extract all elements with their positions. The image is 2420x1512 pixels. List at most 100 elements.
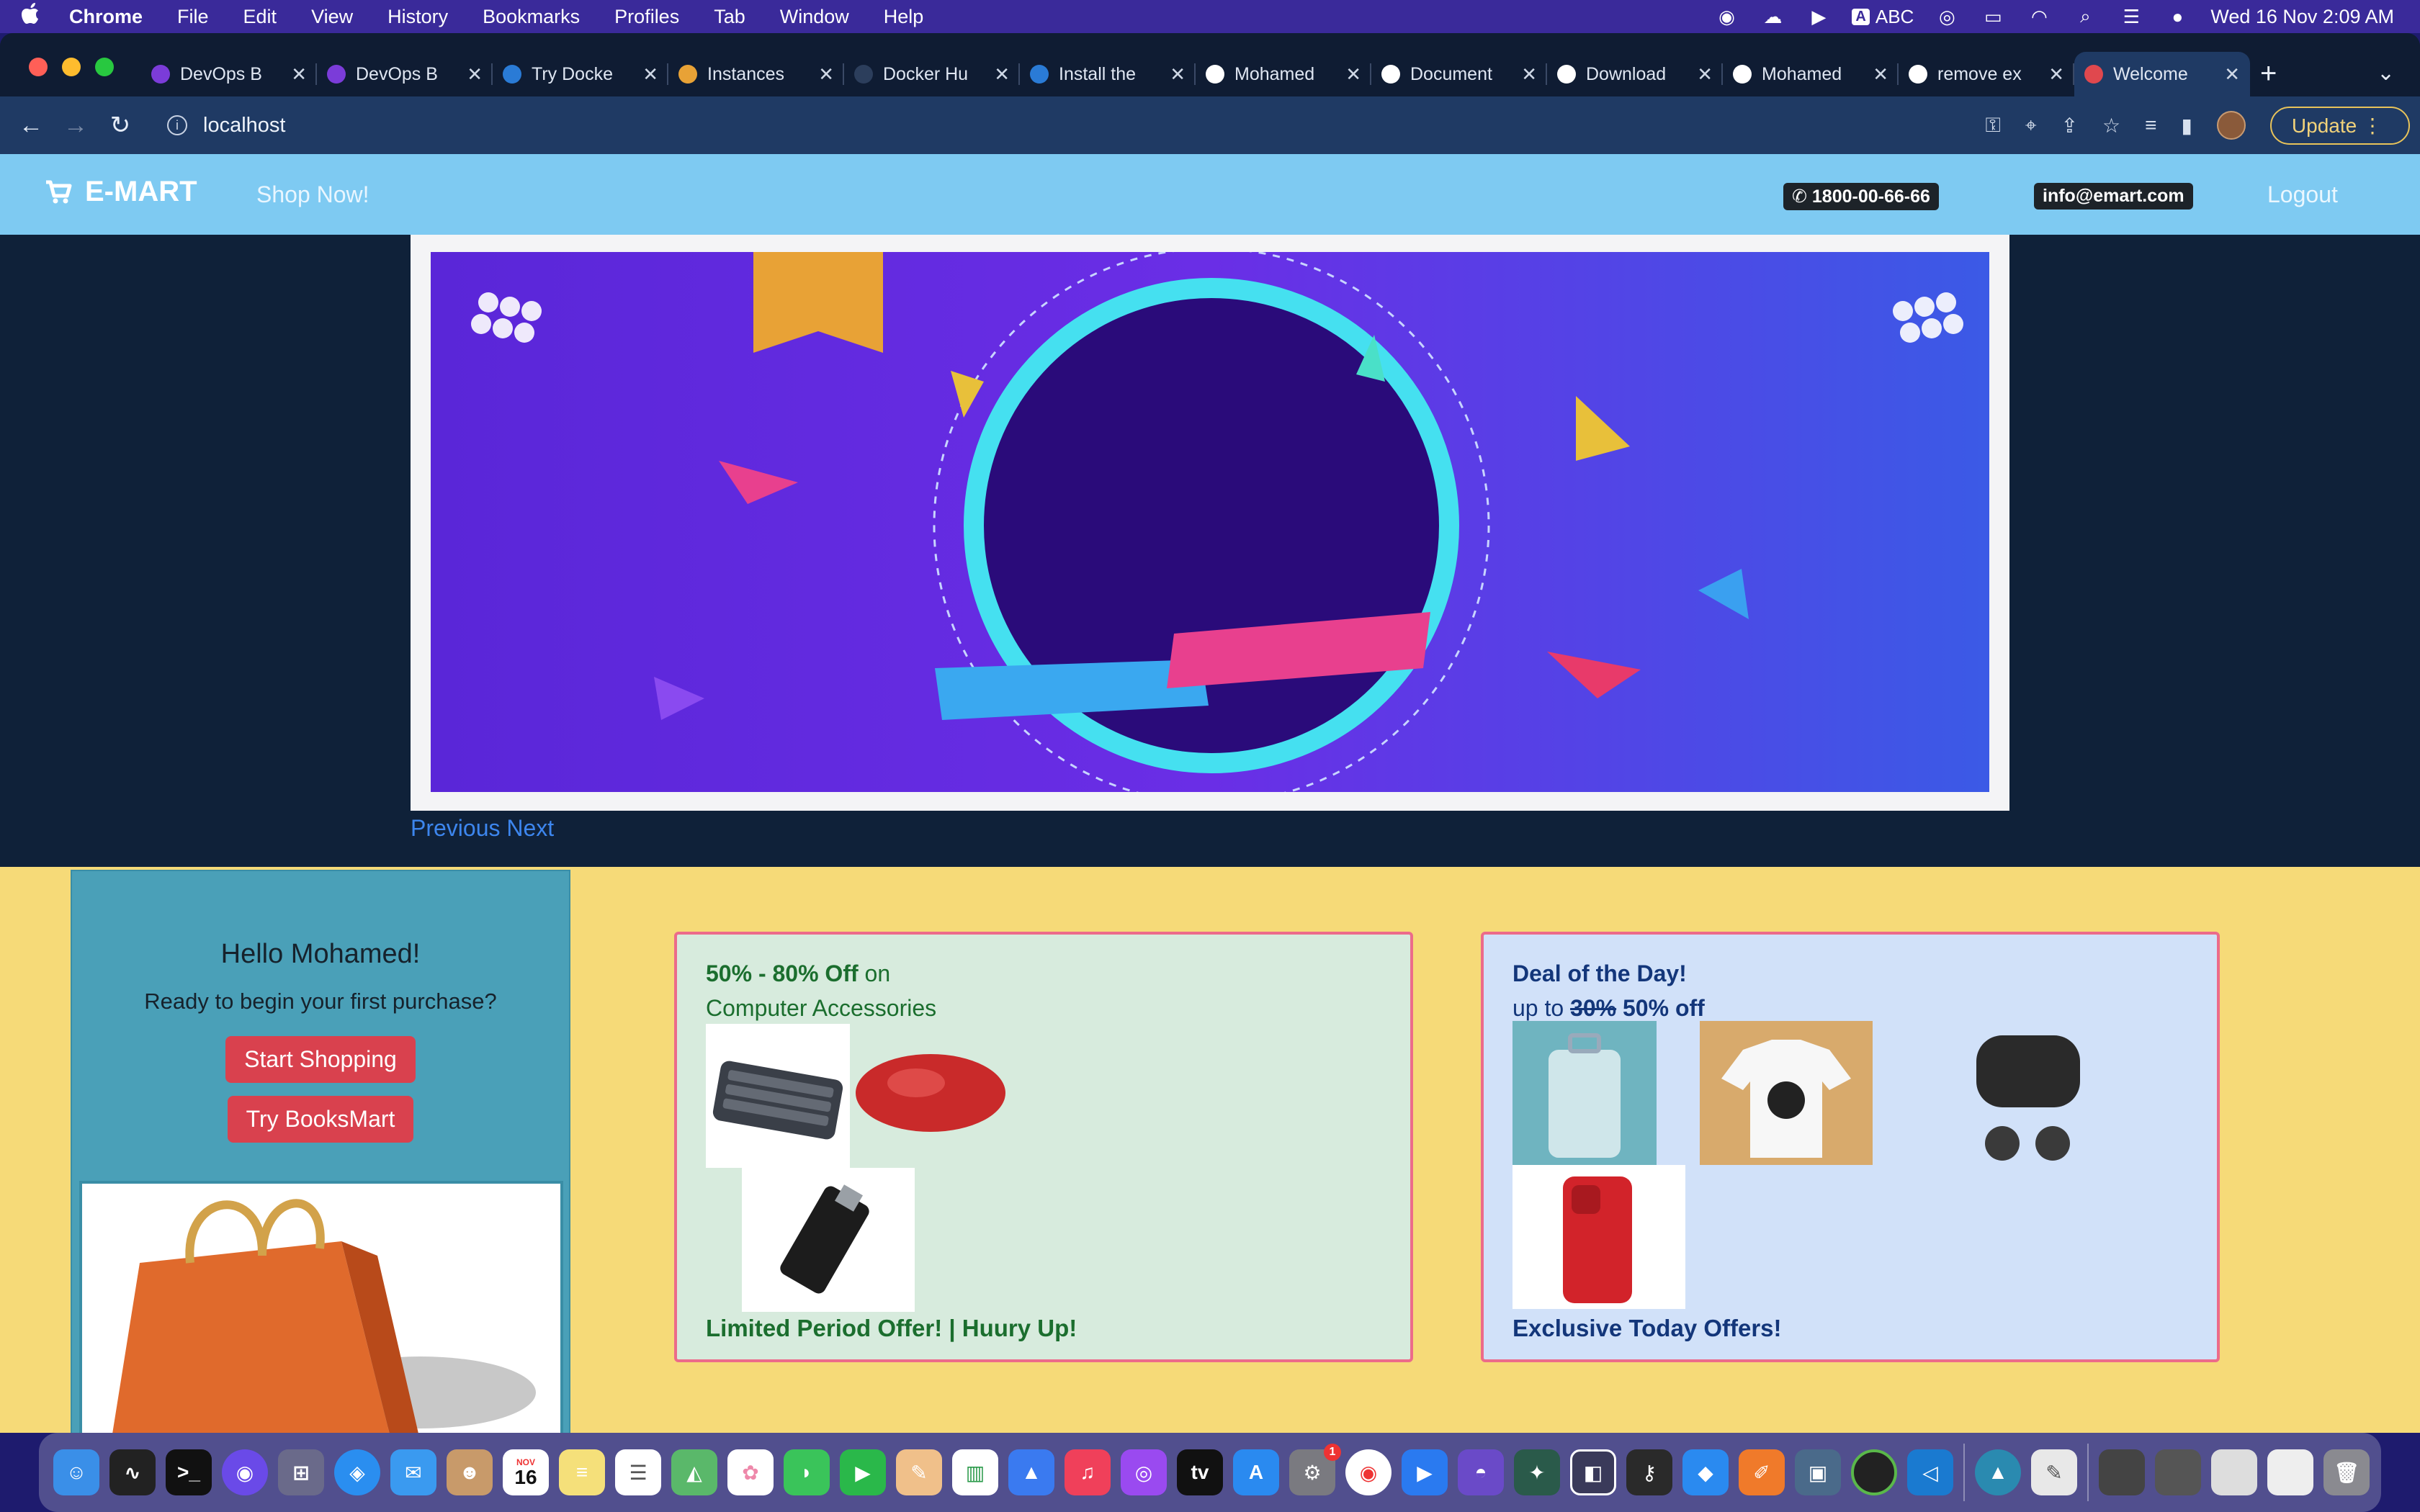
browser-tab[interactable]: Install the ✕: [1020, 52, 1196, 96]
password-key-icon[interactable]: ⚿: [1986, 114, 2001, 138]
bookmark-star-icon[interactable]: ☆: [2102, 114, 2120, 138]
close-tab-icon[interactable]: ✕: [467, 63, 483, 86]
browser-tab[interactable]: Try Docke ✕: [493, 52, 668, 96]
input-source-icon[interactable]: A ABC: [1852, 6, 1914, 27]
apple-tv-icon[interactable]: tv: [1177, 1449, 1223, 1495]
podcasts-icon[interactable]: ◎: [1121, 1449, 1167, 1495]
shop-now-link[interactable]: Shop Now!: [256, 181, 369, 208]
menu-chrome[interactable]: Chrome: [69, 6, 143, 28]
system-settings-icon[interactable]: ⚙ 1: [1289, 1444, 1341, 1495]
photos-icon[interactable]: ✿: [727, 1449, 774, 1495]
minimize-window-button[interactable]: [62, 58, 81, 76]
control-center-icon[interactable]: ☰: [2118, 6, 2144, 27]
menu-history[interactable]: History: [387, 6, 448, 28]
close-tab-icon[interactable]: ✕: [818, 63, 834, 86]
menu-profiles[interactable]: Profiles: [614, 6, 679, 28]
logout-link[interactable]: Logout: [2267, 181, 2338, 208]
close-tab-icon[interactable]: ✕: [1521, 63, 1537, 86]
messages-icon[interactable]: ◗: [784, 1449, 830, 1495]
menu-file[interactable]: File: [177, 6, 209, 28]
textedit-icon[interactable]: ✎: [2031, 1449, 2077, 1495]
keynote-icon[interactable]: ▲: [1008, 1449, 1054, 1495]
chrome-icon[interactable]: ◉: [1345, 1449, 1392, 1495]
deal-of-the-day-card[interactable]: Deal of the Day! up to 30% 50% off Exclu…: [1481, 932, 2220, 1362]
computer-accessories-offer-card[interactable]: 50% - 80% Off on Computer Accessories Li…: [674, 932, 1413, 1362]
brand-link[interactable]: E-MART: [45, 176, 197, 208]
trash-icon[interactable]: 🗑: [2323, 1449, 2370, 1495]
browser-tab[interactable]: Document ✕: [1371, 52, 1547, 96]
close-window-button[interactable]: [29, 58, 48, 76]
start-shopping-button[interactable]: Start Shopping: [225, 1036, 416, 1083]
close-tab-icon[interactable]: ✕: [1170, 63, 1186, 86]
browser-tab[interactable]: Download ✕: [1547, 52, 1723, 96]
carousel-previous-link[interactable]: Previous: [411, 815, 501, 841]
finder-icon[interactable]: ☺: [53, 1449, 99, 1495]
reminders-icon[interactable]: ☰: [615, 1449, 661, 1495]
browser-tab[interactable]: Mohamed ✕: [1196, 52, 1371, 96]
window-thumbnail-icon[interactable]: [2155, 1449, 2201, 1495]
menu-help[interactable]: Help: [884, 6, 924, 28]
zoom-icon[interactable]: ▶: [1402, 1449, 1448, 1495]
zoom-window-button[interactable]: [95, 58, 114, 76]
numbers-icon[interactable]: ▥: [952, 1449, 998, 1495]
browser-tab[interactable]: DevOps B ✕: [317, 52, 493, 96]
downloads-folder-icon[interactable]: ▲: [1975, 1449, 2021, 1495]
music-icon[interactable]: ♫: [1065, 1449, 1111, 1495]
multipass-icon[interactable]: ◧: [1570, 1449, 1616, 1495]
spotlight-search-icon[interactable]: ⌕: [2072, 5, 2098, 27]
menu-window[interactable]: Window: [780, 6, 849, 28]
close-tab-icon[interactable]: ✕: [1873, 63, 1888, 86]
forward-icon[interactable]: →: [53, 112, 98, 140]
reading-list-icon[interactable]: ≡: [2145, 114, 2156, 137]
menu-tab[interactable]: Tab: [714, 6, 745, 28]
menubar-clock[interactable]: Wed 16 Nov 2:09 AM: [2210, 6, 2394, 28]
github-desktop-icon[interactable]: ◓: [1458, 1449, 1504, 1495]
new-tab-button[interactable]: +: [2260, 58, 2277, 90]
wifi-icon[interactable]: ◠: [2026, 6, 2052, 27]
menu-edit[interactable]: Edit: [243, 6, 277, 28]
user-icon[interactable]: ◎: [1934, 6, 1960, 27]
close-tab-icon[interactable]: ✕: [994, 63, 1010, 86]
carousel-next-link[interactable]: Next: [506, 815, 554, 841]
browser-tab[interactable]: remove ex ✕: [1899, 52, 2074, 96]
reload-icon[interactable]: ↻: [98, 111, 143, 140]
notes-icon[interactable]: ≡: [559, 1449, 605, 1495]
contacts-icon[interactable]: ☻: [447, 1449, 493, 1495]
safari-icon[interactable]: ◈: [334, 1449, 380, 1495]
terminal-icon[interactable]: >_: [166, 1449, 212, 1495]
virtualbox-icon[interactable]: ▣: [1795, 1449, 1841, 1495]
app-store-icon[interactable]: A: [1233, 1449, 1279, 1495]
close-tab-icon[interactable]: ✕: [1345, 63, 1361, 86]
close-tab-icon[interactable]: ✕: [2048, 63, 2064, 86]
weather-icon[interactable]: ☁: [1760, 6, 1785, 27]
close-tab-icon[interactable]: ✕: [642, 63, 658, 86]
freeform-icon[interactable]: ✎: [896, 1449, 942, 1495]
back-icon[interactable]: ←: [9, 112, 53, 140]
vpn-icon[interactable]: ◉: [1713, 6, 1739, 27]
sublime-icon[interactable]: ✐: [1739, 1449, 1785, 1495]
window-thumbnail-icon[interactable]: [2211, 1449, 2257, 1495]
browser-tab[interactable]: Mohamed ✕: [1723, 52, 1899, 96]
keychain-icon[interactable]: ⚷: [1626, 1449, 1672, 1495]
try-booksmart-button[interactable]: Try BooksMart: [227, 1096, 414, 1143]
browser-tab[interactable]: Welcome ✕: [2074, 52, 2250, 96]
facetime-icon[interactable]: ▶: [840, 1449, 886, 1495]
menu-view[interactable]: View: [311, 6, 353, 28]
launchpad-icon[interactable]: ⊞: [278, 1449, 324, 1495]
tab-search-chevron-icon[interactable]: ⌄: [2377, 60, 2395, 86]
vscode-icon[interactable]: ◁: [1907, 1449, 1953, 1495]
share-icon[interactable]: ⇪: [2061, 114, 2078, 138]
browser-tab[interactable]: Instances ✕: [668, 52, 844, 96]
profile-avatar[interactable]: [2216, 111, 2246, 140]
network-tool-icon[interactable]: ✦: [1514, 1449, 1560, 1495]
close-tab-icon[interactable]: ✕: [2224, 63, 2240, 86]
menu-bookmarks[interactable]: Bookmarks: [483, 6, 580, 28]
maps-icon[interactable]: ◭: [671, 1449, 717, 1495]
close-tab-icon[interactable]: ✕: [1697, 63, 1713, 86]
window-thumbnail-icon[interactable]: [2267, 1449, 2313, 1495]
battery-icon[interactable]: ▭: [1980, 6, 2006, 27]
sync-tool-icon[interactable]: [1851, 1449, 1897, 1495]
browser-tab[interactable]: DevOps B ✕: [141, 52, 317, 96]
location-pin-icon[interactable]: ⌖: [2025, 114, 2037, 138]
update-button[interactable]: Update ⋮: [2269, 106, 2410, 145]
